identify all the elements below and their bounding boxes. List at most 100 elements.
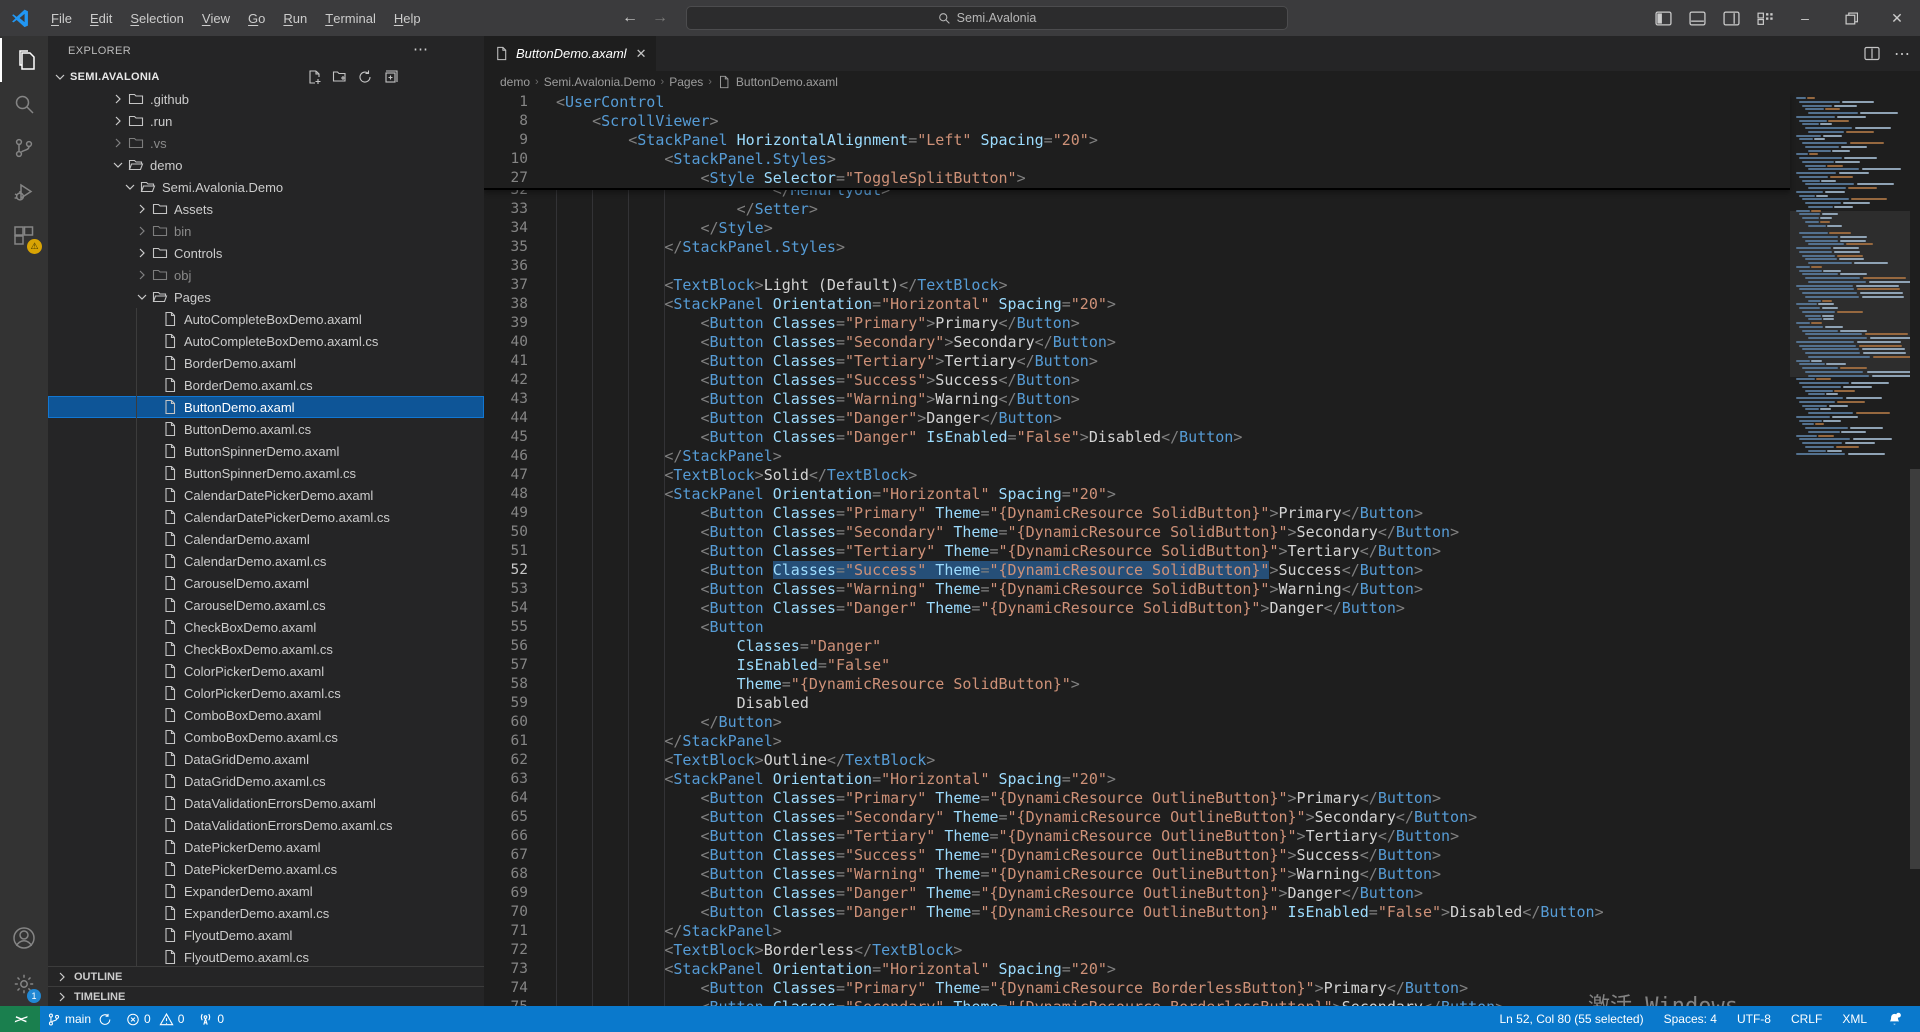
problems-status[interactable]: 0 0 [119, 1006, 191, 1032]
menu-help[interactable]: Help [385, 0, 430, 36]
menu-run[interactable]: Run [274, 0, 316, 36]
tree-file-checkboxdemo.axaml[interactable]: CheckBoxDemo.axaml [48, 616, 484, 638]
explorer-more-actions-icon[interactable]: ⋯ [413, 40, 428, 58]
tree-file-calendardatepickerdemo.axaml[interactable]: CalendarDatePickerDemo.axaml [48, 484, 484, 506]
tree-file-borderdemo.axaml[interactable]: BorderDemo.axaml [48, 352, 484, 374]
tree-file-expanderdemo.axaml.cs[interactable]: ExpanderDemo.axaml.cs [48, 902, 484, 924]
breadcrumb-item[interactable]: Pages [669, 75, 703, 89]
workspace-section-header[interactable]: SEMI.AVALONIA [48, 66, 484, 88]
breadcrumb-item[interactable]: Semi.Avalonia.Demo [544, 75, 656, 89]
tree-file-calendardemo.axaml.cs[interactable]: CalendarDemo.axaml.cs [48, 550, 484, 572]
tree-file-flyoutdemo.axaml.cs[interactable]: FlyoutDemo.axaml.cs [48, 946, 484, 968]
tree-file-checkboxdemo.axaml.cs[interactable]: CheckBoxDemo.axaml.cs [48, 638, 484, 660]
activity-accounts[interactable] [0, 916, 48, 960]
timeline-section[interactable]: TIMELINE [48, 986, 484, 1006]
tree-file-colorpickerdemo.axaml[interactable]: ColorPickerDemo.axaml [48, 660, 484, 682]
menu-view[interactable]: View [193, 0, 239, 36]
cursor-position-status[interactable]: Ln 52, Col 80 (55 selected) [1490, 1012, 1654, 1026]
tree-file-datavalidationerrorsdemo.axaml.cs[interactable]: DataValidationErrorsDemo.axaml.cs [48, 814, 484, 836]
toggle-secondary-sidebar-icon[interactable] [1714, 0, 1748, 36]
refresh-icon[interactable] [357, 69, 373, 85]
menu-selection[interactable]: Selection [121, 0, 192, 36]
tree-file-carouseldemo.axaml.cs[interactable]: CarouselDemo.axaml.cs [48, 594, 484, 616]
tree-file-datagriddemo.axaml.cs[interactable]: DataGridDemo.axaml.cs [48, 770, 484, 792]
tree-file-flyoutdemo.axaml[interactable]: FlyoutDemo.axaml [48, 924, 484, 946]
activity-run-and-debug[interactable] [0, 170, 48, 214]
tree-file-colorpickerdemo.axaml.cs[interactable]: ColorPickerDemo.axaml.cs [48, 682, 484, 704]
tree-folder-demo[interactable]: demo [48, 154, 484, 176]
activity-search[interactable] [0, 82, 48, 126]
customize-layout-icon[interactable] [1748, 0, 1782, 36]
activity-settings[interactable]: 1 [0, 962, 48, 1006]
tree-folder-.run[interactable]: .run [48, 110, 484, 132]
menu-go[interactable]: Go [239, 0, 274, 36]
tree-file-datagriddemo.axaml[interactable]: DataGridDemo.axaml [48, 748, 484, 770]
tree-file-buttondemo.axaml.cs[interactable]: ButtonDemo.axaml.cs [48, 418, 484, 440]
remote-indicator[interactable]: >< [0, 1006, 40, 1032]
vertical-scrollbar[interactable] [1910, 469, 1920, 869]
breadcrumb-item[interactable]: ButtonDemo.axaml [736, 75, 838, 89]
back-arrow-icon[interactable]: ← [622, 9, 638, 27]
activity-source-control[interactable] [0, 126, 48, 170]
minimap-line [1799, 288, 1854, 290]
menu-file[interactable]: File [42, 0, 81, 36]
breadcrumb-item[interactable]: demo [500, 75, 530, 89]
forward-arrow-icon[interactable]: → [652, 9, 668, 27]
indentation-status[interactable]: Spaces: 4 [1654, 1012, 1727, 1026]
tree-folder-controls[interactable]: Controls [48, 242, 484, 264]
activity-extensions[interactable]: ⚠ [0, 214, 48, 258]
tree-folder-.github[interactable]: .github [48, 88, 484, 110]
line-content: </StackPanel> [664, 447, 781, 466]
tree-file-datepickerdemo.axaml[interactable]: DatePickerDemo.axaml [48, 836, 484, 858]
new-folder-icon[interactable] [332, 69, 348, 85]
encoding-status[interactable]: UTF-8 [1727, 1012, 1781, 1026]
new-file-icon[interactable] [307, 69, 323, 85]
more-actions-icon[interactable]: ⋯ [1894, 44, 1910, 64]
close-window-button[interactable]: ✕ [1874, 0, 1920, 36]
outline-section[interactable]: OUTLINE [48, 966, 484, 987]
menu-edit[interactable]: Edit [81, 0, 121, 36]
tab-buttondemo[interactable]: ButtonDemo.axaml ✕ [484, 36, 656, 71]
minimize-button[interactable]: – [1782, 0, 1828, 36]
tree-file-buttonspinnerdemo.axaml[interactable]: ButtonSpinnerDemo.axaml [48, 440, 484, 462]
tree-file-datavalidationerrorsdemo.axaml[interactable]: DataValidationErrorsDemo.axaml [48, 792, 484, 814]
tree-folder-.vs[interactable]: .vs [48, 132, 484, 154]
file-icon [162, 817, 178, 833]
tree-file-calendardatepickerdemo.axaml.cs[interactable]: CalendarDatePickerDemo.axaml.cs [48, 506, 484, 528]
tree-folder-semi.avalonia.demo[interactable]: Semi.Avalonia.Demo [48, 176, 484, 198]
toggle-sidebar-icon[interactable] [1646, 0, 1680, 36]
tree-file-expanderdemo.axaml[interactable]: ExpanderDemo.axaml [48, 880, 484, 902]
line-content: </StackPanel.Styles> [664, 238, 845, 257]
collapse-all-icon[interactable] [382, 69, 398, 85]
tree-file-carouseldemo.axaml[interactable]: CarouselDemo.axaml [48, 572, 484, 594]
split-editor-icon[interactable] [1864, 46, 1880, 61]
tree-file-autocompleteboxdemo.axaml.cs[interactable]: AutoCompleteBoxDemo.axaml.cs [48, 330, 484, 352]
tree-folder-assets[interactable]: Assets [48, 198, 484, 220]
tree-file-comboboxdemo.axaml[interactable]: ComboBoxDemo.axaml [48, 704, 484, 726]
tree-file-autocompleteboxdemo.axaml[interactable]: AutoCompleteBoxDemo.axaml [48, 308, 484, 330]
git-branch-status[interactable]: main [40, 1006, 119, 1032]
tree-file-borderdemo.axaml.cs[interactable]: BorderDemo.axaml.cs [48, 374, 484, 396]
tree-file-calendardemo.axaml[interactable]: CalendarDemo.axaml [48, 528, 484, 550]
tree-folder-bin[interactable]: bin [48, 220, 484, 242]
tree-file-buttonspinnerdemo.axaml.cs[interactable]: ButtonSpinnerDemo.axaml.cs [48, 462, 484, 484]
restore-button[interactable] [1828, 0, 1874, 36]
notifications-bell-icon[interactable] [1877, 1012, 1912, 1027]
ports-status[interactable]: 0 [191, 1006, 231, 1032]
minimap[interactable] [1790, 93, 1910, 1006]
tree-item-label: Assets [174, 202, 213, 217]
command-center-search[interactable]: Semi.Avalonia [686, 6, 1288, 30]
tree-folder-obj[interactable]: obj [48, 264, 484, 286]
eol-status[interactable]: CRLF [1781, 1012, 1832, 1026]
tab-close-icon[interactable]: ✕ [636, 46, 647, 62]
tree-file-comboboxdemo.axaml.cs[interactable]: ComboBoxDemo.axaml.cs [48, 726, 484, 748]
tree-file-datepickerdemo.axaml.cs[interactable]: DatePickerDemo.axaml.cs [48, 858, 484, 880]
menu-terminal[interactable]: Terminal [316, 0, 385, 36]
activity-explorer[interactable] [0, 38, 50, 82]
language-mode-status[interactable]: XML [1832, 1012, 1877, 1026]
tree-folder-pages[interactable]: Pages [48, 286, 484, 308]
toggle-panel-icon[interactable] [1680, 0, 1714, 36]
tree-file-buttondemo.axaml[interactable]: ButtonDemo.axaml [48, 396, 484, 418]
file-icon [162, 443, 178, 459]
code-editor[interactable]: 32</MenuFlyout>33</Setter>34</Style>35</… [484, 93, 1920, 1006]
